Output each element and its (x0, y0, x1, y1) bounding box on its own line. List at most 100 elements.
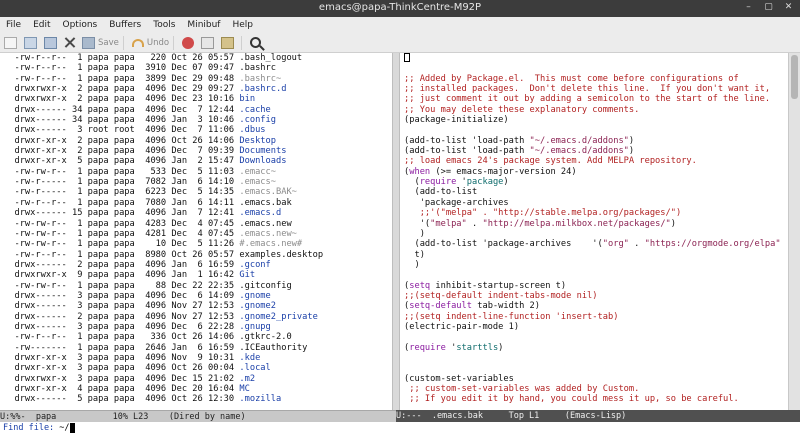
dired-row[interactable]: drwxr-xr-x 3 papa papa 4096 Oct 26 00:04… (0, 363, 392, 373)
file-name[interactable]: .emacs.d (239, 208, 281, 218)
dired-row[interactable]: drwx------ 5 papa papa 4096 Oct 26 12:30… (0, 394, 392, 404)
close-buffer-button[interactable] (64, 37, 78, 48)
file-name[interactable]: .gnupg (239, 322, 270, 332)
file-name[interactable]: bin (239, 94, 255, 104)
file-name[interactable]: .cache (239, 105, 270, 115)
mode-line-emacs-bak[interactable]: U:--- .emacs.bak Top L1 (Emacs-Lisp) (396, 410, 800, 422)
new-file-button[interactable] (4, 36, 20, 49)
file-name[interactable]: .ICEauthority (239, 343, 307, 353)
file-name[interactable]: .local (239, 363, 270, 373)
file-name[interactable]: #.emacs.new# (239, 239, 302, 249)
dired-row[interactable]: drwx------ 34 papa papa 4096 Dec 7 12:44… (0, 105, 392, 115)
file-name[interactable]: .config (239, 115, 276, 125)
dired-row[interactable]: drwxr-xr-x 2 papa papa 4096 Dec 7 09:39 … (0, 146, 392, 156)
dired-row[interactable]: -rw-r----- 1 papa papa 6223 Dec 5 14:35 … (0, 187, 392, 197)
menu-options[interactable]: Options (57, 20, 104, 30)
dired-row[interactable]: drwxrwxr-x 9 papa papa 4096 Jan 1 16:42 … (0, 270, 392, 280)
cut-button[interactable] (182, 36, 197, 49)
dired-row[interactable]: drwx------ 3 papa papa 4096 Dec 6 14:09 … (0, 291, 392, 301)
dired-row[interactable]: drwx------ 3 papa papa 4096 Nov 27 12:53… (0, 301, 392, 311)
dired-row[interactable]: drwxr-xr-x 5 papa papa 4096 Jan 2 15:47 … (0, 156, 392, 166)
undo-button[interactable]: Undo (131, 38, 169, 48)
save-button[interactable]: Save (82, 36, 119, 49)
paste-button[interactable] (221, 36, 237, 49)
dired-row[interactable]: -rw-rw-r-- 1 papa papa 533 Dec 5 11:03 .… (0, 167, 392, 177)
dired-row[interactable]: -rw-rw-r-- 1 papa papa 4283 Dec 4 07:45 … (0, 219, 392, 229)
copy-button[interactable] (201, 36, 217, 49)
emacs-lisp-buffer[interactable]: ;; Added by Package.el. This must come b… (400, 53, 788, 410)
code-line: (custom-set-variables (400, 374, 788, 384)
maximize-icon[interactable]: ▢ (763, 2, 774, 12)
file-name[interactable]: .dbus (239, 125, 265, 135)
dired-row[interactable]: drwx------ 2 papa papa 4096 Jan 6 16:59 … (0, 260, 392, 270)
dired-row[interactable]: drwxrwxr-x 2 papa papa 4096 Dec 23 10:16… (0, 94, 392, 104)
file-name[interactable]: .gnome2 (239, 301, 276, 311)
window-divider[interactable] (392, 53, 400, 410)
file-name[interactable]: .gtkrc-2.0 (239, 332, 291, 342)
dired-row[interactable]: -rw-r--r-- 1 papa papa 336 Oct 26 14:06 … (0, 332, 392, 342)
file-name[interactable]: .gnome (239, 291, 270, 301)
minibuffer-input[interactable]: ~/ (59, 423, 69, 433)
file-name[interactable]: examples.desktop (239, 250, 323, 260)
dired-row[interactable]: drwx------ 3 papa papa 4096 Dec 6 22:28 … (0, 322, 392, 332)
dired-row[interactable]: -rw-r----- 1 papa papa 7082 Jan 6 14:10 … (0, 177, 392, 187)
menu-edit[interactable]: Edit (27, 20, 56, 30)
scrollbar-thumb[interactable] (791, 55, 798, 99)
dired-row[interactable]: -rw-r--r-- 1 papa papa 7080 Jan 6 14:11 … (0, 198, 392, 208)
dired-row[interactable]: drwx------ 3 root root 4096 Dec 7 11:06 … (0, 125, 392, 135)
minimize-icon[interactable]: – (743, 2, 754, 12)
file-name[interactable]: .emacs.new (239, 219, 291, 229)
dired-row[interactable]: drwx------ 15 papa papa 4096 Jan 7 12:41… (0, 208, 392, 218)
file-name[interactable]: .bashrc~ (239, 74, 281, 84)
file-name[interactable]: Downloads (239, 156, 286, 166)
dired-row[interactable]: -rw-r--r-- 1 papa papa 220 Oct 26 05:57 … (0, 53, 392, 63)
dired-row[interactable]: -rw------- 1 papa papa 2646 Jan 6 16:59 … (0, 343, 392, 353)
dired-row[interactable]: drwx------ 34 papa papa 4096 Jan 3 10:46… (0, 115, 392, 125)
dired-row[interactable]: -rw-r--r-- 1 papa papa 3899 Dec 29 09:48… (0, 74, 392, 84)
menu-file[interactable]: File (0, 20, 27, 30)
file-name[interactable]: MC (239, 384, 249, 394)
file-name[interactable]: .gconf (239, 260, 270, 270)
file-name[interactable]: .emacc~ (239, 167, 276, 177)
menu-help[interactable]: Help (226, 20, 259, 30)
window-title-bar[interactable]: emacs@papa-ThinkCentre-M92P – ▢ ✕ (0, 0, 800, 17)
dired-buffer[interactable]: -rw-r--r-- 1 papa papa 220 Oct 26 05:57 … (0, 53, 392, 410)
file-name[interactable]: Git (239, 270, 255, 280)
file-name[interactable]: .emacs~ (239, 177, 276, 187)
file-name[interactable]: .bashrc.d (239, 84, 286, 94)
menu-buffers[interactable]: Buffers (103, 20, 147, 30)
file-name[interactable]: .mozilla (239, 394, 281, 404)
dired-row[interactable]: -rw-rw-r-- 1 papa papa 10 Dec 5 11:26 #.… (0, 239, 392, 249)
file-name[interactable]: .m2 (239, 374, 255, 384)
file-name[interactable]: .bash_logout (239, 53, 302, 63)
file-name[interactable]: .gnome2_private (239, 312, 317, 322)
file-name[interactable]: .gitconfig (239, 281, 291, 291)
dired-row[interactable]: -rw-rw-r-- 1 papa papa 88 Dec 22 22:35 .… (0, 281, 392, 291)
vertical-scrollbar[interactable] (788, 53, 800, 410)
file-name[interactable]: .emacs.bak (239, 198, 291, 208)
dired-row[interactable]: drwxr-xr-x 4 papa papa 4096 Dec 20 16:04… (0, 384, 392, 394)
toolbar-separator (241, 35, 243, 50)
file-name[interactable]: Documents (239, 146, 286, 156)
file-name[interactable]: .kde (239, 353, 260, 363)
minibuffer[interactable]: Find file: ~/ (0, 422, 800, 434)
open-directory-button[interactable] (44, 36, 60, 49)
file-name[interactable]: Desktop (239, 136, 276, 146)
search-button[interactable] (250, 37, 264, 48)
file-name[interactable]: .emacs.new~ (239, 229, 297, 239)
dired-row[interactable]: drwxr-xr-x 2 papa papa 4096 Oct 26 14:06… (0, 136, 392, 146)
dired-row[interactable]: -rw-r--r-- 1 papa papa 8980 Oct 26 05:57… (0, 250, 392, 260)
dired-row[interactable]: -rw-r--r-- 1 papa papa 3910 Dec 07 09:47… (0, 63, 392, 73)
open-file-button[interactable] (24, 36, 40, 49)
dired-row[interactable]: drwx------ 2 papa papa 4096 Nov 27 12:53… (0, 312, 392, 322)
close-icon[interactable]: ✕ (783, 2, 794, 12)
dired-row[interactable]: drwxrwxr-x 3 papa papa 4096 Dec 15 21:02… (0, 374, 392, 384)
dired-row[interactable]: -rw-rw-r-- 1 papa papa 4281 Dec 4 07:45 … (0, 229, 392, 239)
menu-minibuf[interactable]: Minibuf (181, 20, 226, 30)
dired-row[interactable]: drwxr-xr-x 3 papa papa 4096 Nov 9 10:31 … (0, 353, 392, 363)
dired-row[interactable]: drwxrwxr-x 2 papa papa 4096 Dec 29 09:27… (0, 84, 392, 94)
menu-tools[interactable]: Tools (147, 20, 181, 30)
mode-line-dired[interactable]: U:%%- papa 10% L23 (Dired by name) (0, 410, 396, 422)
file-name[interactable]: .emacs.BAK~ (239, 187, 297, 197)
file-name[interactable]: .bashrc (239, 63, 276, 73)
